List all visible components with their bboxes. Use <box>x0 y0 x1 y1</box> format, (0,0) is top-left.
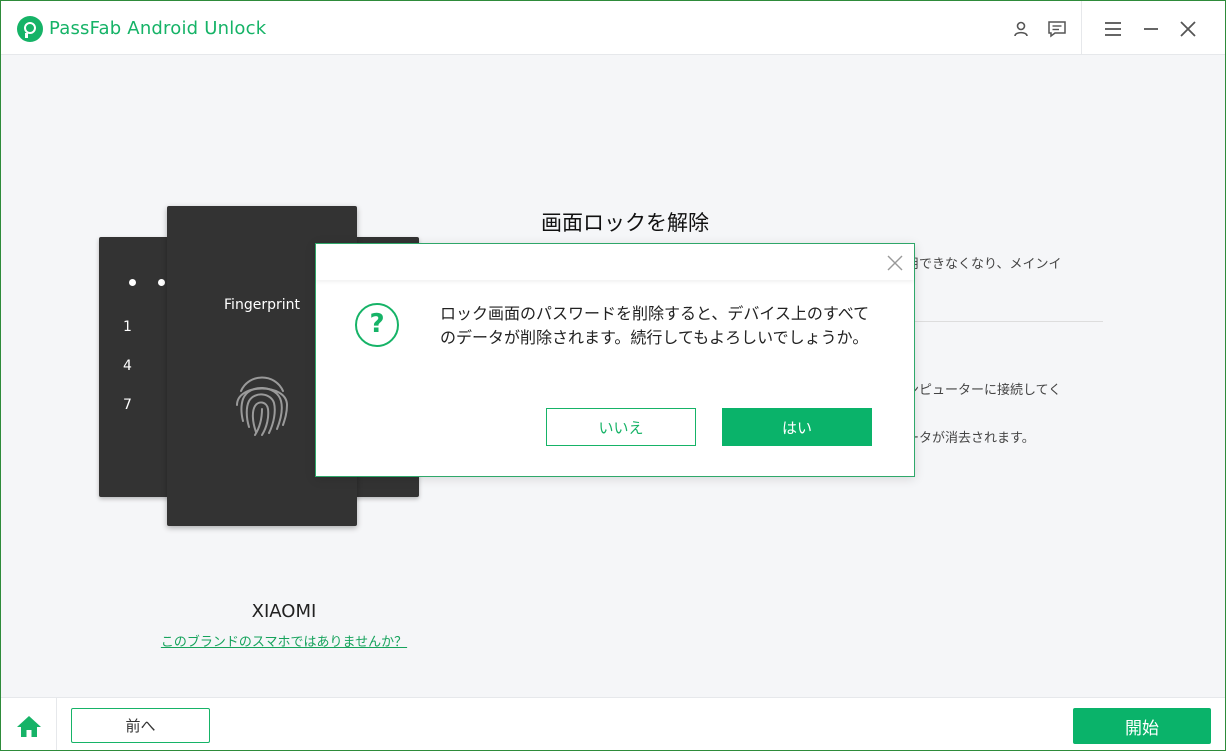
user-icon[interactable] <box>1009 17 1033 41</box>
dialog-header <box>316 244 914 280</box>
info-text: ータが消去されます。 <box>906 431 1035 446</box>
page-title: 画面ロックを解除 <box>541 211 709 235</box>
keypad-key: 7 <box>123 397 132 413</box>
dialog-message: ロック画面のパスワードを削除すると、デバイス上のすべてのデータが削除されます。続… <box>440 304 870 347</box>
no-button[interactable]: いいえ <box>546 408 696 446</box>
not-this-brand-link[interactable]: このブランドのスマホではありませんか？ <box>141 631 427 650</box>
keypad-key: 1 <box>123 319 132 335</box>
info-text: 用できなくなり、メインイ <box>906 257 1062 272</box>
menu-icon[interactable] <box>1101 17 1125 41</box>
info-text: ンピューターに接続してく <box>906 383 1062 398</box>
pin-dot <box>158 279 165 286</box>
keypad-key: 4 <box>123 358 132 374</box>
question-icon: ? <box>355 303 399 347</box>
app-logo-icon <box>17 16 43 42</box>
back-button[interactable]: 前へ <box>71 708 210 743</box>
dialog-close-icon[interactable] <box>886 254 904 272</box>
fingerprint-icon <box>236 376 289 436</box>
titlebar-separator <box>1081 1 1082 55</box>
app-window: PassFab Android Unlock 1 4 7 Fingerprint <box>0 0 1226 751</box>
feedback-icon[interactable] <box>1045 17 1069 41</box>
title-bar: PassFab Android Unlock <box>1 1 1225 55</box>
home-icon <box>16 715 41 737</box>
minimize-icon[interactable] <box>1139 17 1163 41</box>
yes-button[interactable]: はい <box>722 408 872 446</box>
close-icon[interactable] <box>1176 17 1200 41</box>
brand-name: XIAOMI <box>251 601 317 622</box>
app-title: PassFab Android Unlock <box>49 18 267 39</box>
pin-dot <box>129 279 136 286</box>
bottom-bar: 前へ 開始 <box>1 697 1225 750</box>
start-button[interactable]: 開始 <box>1073 708 1211 744</box>
home-button[interactable] <box>1 698 57 750</box>
confirm-dialog: ? ロック画面のパスワードを削除すると、デバイス上のすべてのデータが削除されます… <box>315 243 915 477</box>
